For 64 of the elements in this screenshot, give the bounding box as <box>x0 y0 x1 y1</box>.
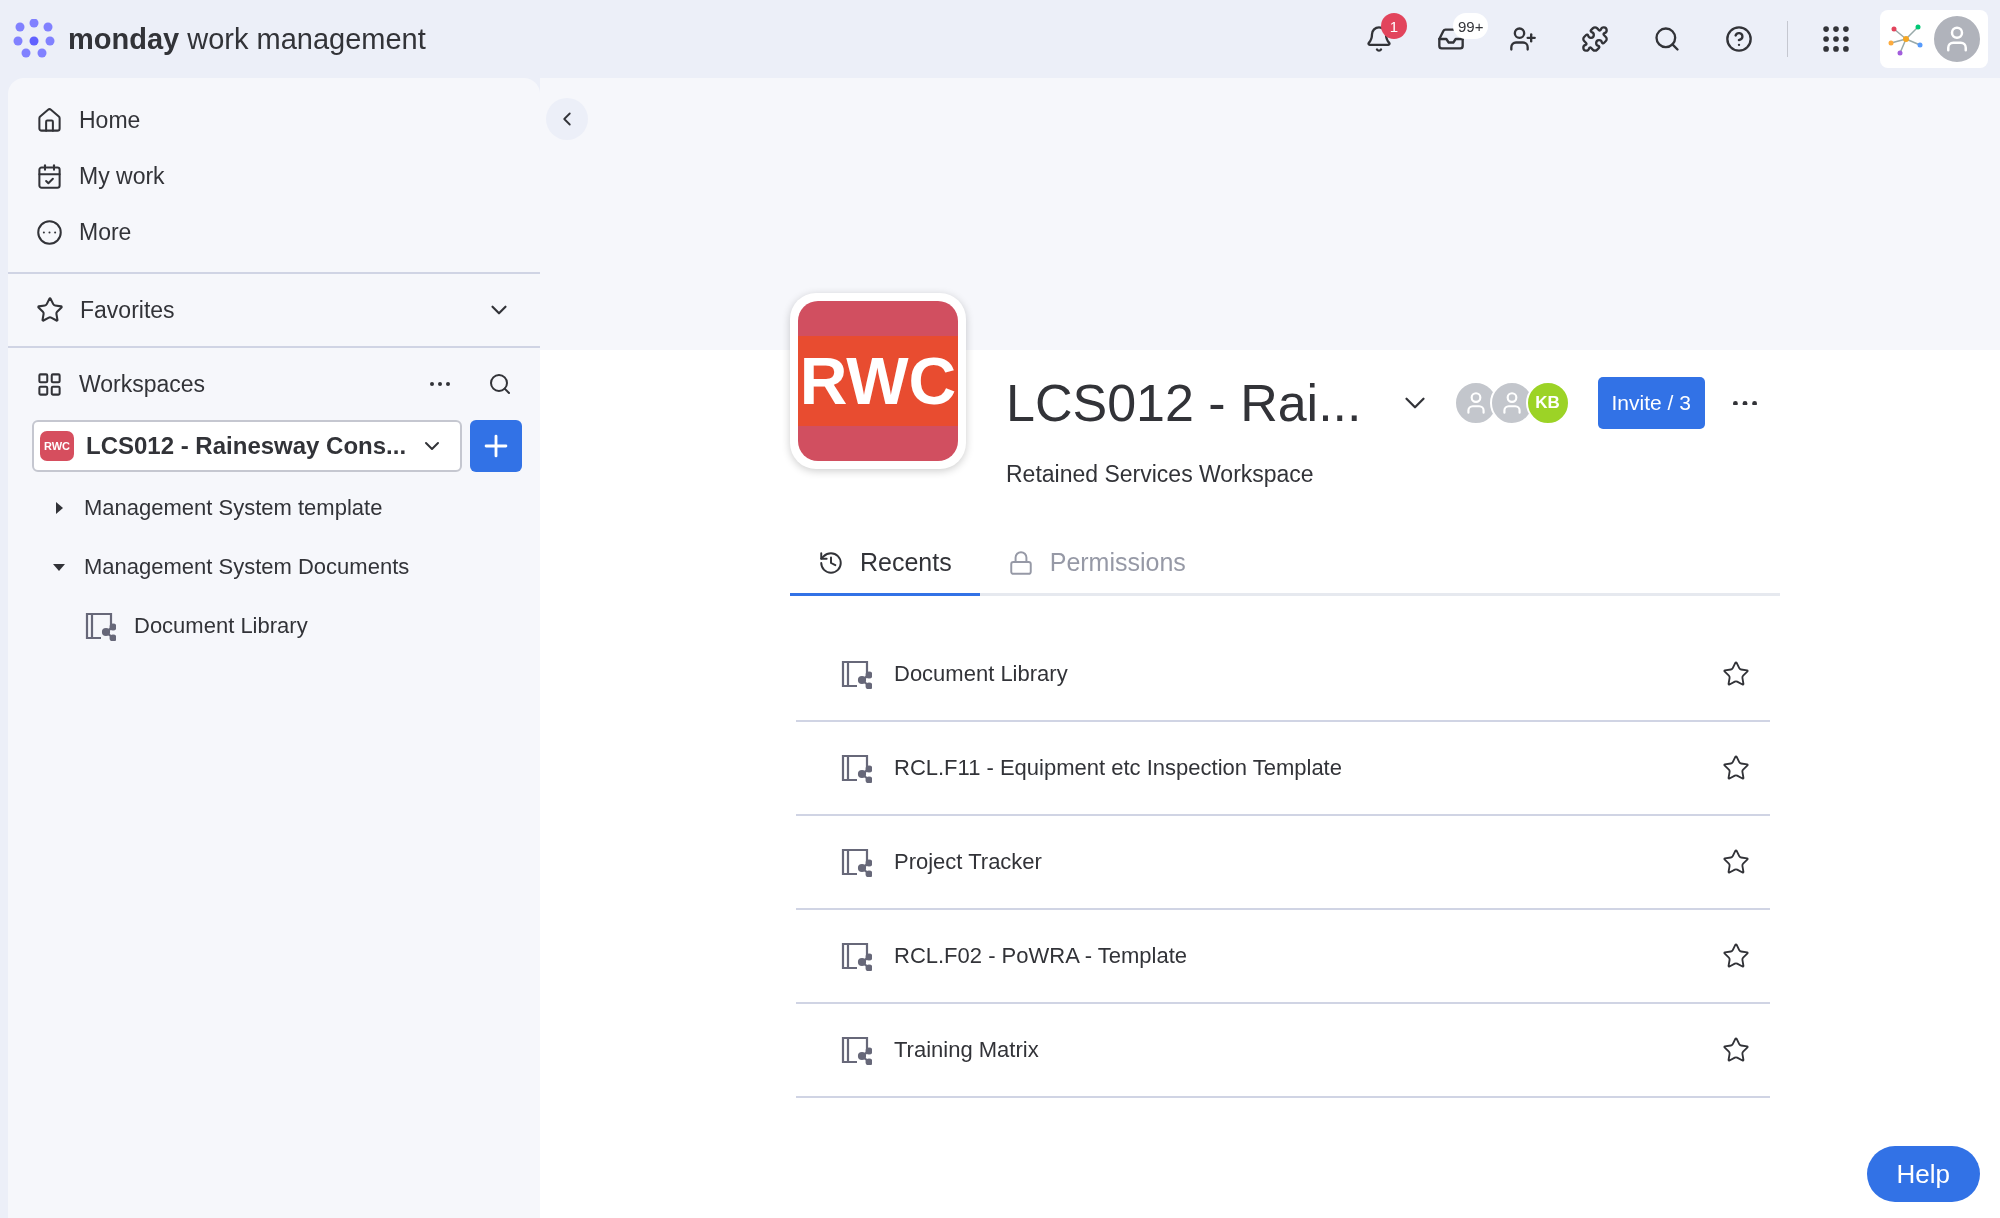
star-icon <box>36 296 64 324</box>
bell-icon <box>1365 25 1393 53</box>
home-icon <box>36 106 63 134</box>
star-icon <box>1722 754 1750 782</box>
star-icon <box>1722 660 1750 688</box>
workspace-title: LCS012 - Rai... <box>1006 373 1362 433</box>
workspaces-icon <box>36 370 63 398</box>
board-icon <box>84 610 116 641</box>
workspace-tree-item[interactable]: Management System Documents <box>8 537 540 596</box>
calendar-check-icon <box>36 162 63 190</box>
user-plus-icon <box>1509 25 1537 53</box>
search-icon <box>488 372 512 396</box>
workspaces-label: Workspaces <box>79 370 207 398</box>
brand-name: monday work management <box>68 22 426 56</box>
board-icon <box>840 659 872 689</box>
search-button[interactable] <box>488 372 512 396</box>
inbox-count: 99+ <box>1453 13 1489 39</box>
history-icon <box>818 549 844 576</box>
favorite-star-button[interactable] <box>1722 942 1750 970</box>
member-avatar: KB <box>1525 381 1570 425</box>
board-icon <box>840 941 872 971</box>
favorite-star-button[interactable] <box>1722 660 1750 688</box>
puzzle-icon <box>1581 25 1609 53</box>
tab[interactable]: Recents <box>790 548 980 596</box>
workspace-selector[interactable]: RWC LCS012 - Rainesway Cons... <box>32 420 462 472</box>
favorites-section[interactable]: Favorites <box>8 274 540 346</box>
ellipsis-icon <box>430 382 450 386</box>
add-button[interactable] <box>470 420 522 472</box>
star-icon <box>1722 848 1750 876</box>
favorite-star-button[interactable] <box>1722 848 1750 876</box>
ellipsis-icon <box>1732 400 1757 406</box>
logo-icon <box>12 19 56 59</box>
recent-board-link[interactable]: RCL.F02 - PoWRA - Template <box>894 943 1678 969</box>
star-icon <box>1722 1036 1750 1064</box>
lock-icon <box>1007 549 1034 576</box>
board-icon <box>840 847 872 877</box>
sidebar-nav-item[interactable]: My work <box>8 148 193 204</box>
collapse-sidebar-button[interactable] <box>546 98 588 140</box>
recent-board-link[interactable]: Project Tracker <box>894 849 1678 875</box>
workspace-description: Retained Services Workspace <box>1006 461 1315 488</box>
notification-count: 1 <box>1381 13 1407 39</box>
help-icon <box>1725 25 1753 53</box>
sidebar-nav-item[interactable]: Home <box>8 92 169 148</box>
workspace-tree-item[interactable]: Document Library <box>8 596 540 655</box>
notifications-button[interactable]: 1 <box>1343 9 1415 69</box>
sidebar-nav-item[interactable]: More <box>8 204 160 260</box>
board-icon <box>840 1035 872 1065</box>
favorite-star-button[interactable] <box>1722 1036 1750 1064</box>
recent-board-link[interactable]: Training Matrix <box>894 1037 1678 1063</box>
recent-board-link[interactable]: Document Library <box>894 661 1678 687</box>
workspace-tree-item[interactable]: Management System template <box>8 478 540 537</box>
recent-board-link[interactable]: RCL.F11 - Equipment etc Inspection Template <box>894 755 1678 781</box>
more-options-button[interactable] <box>1732 400 1757 406</box>
help-button[interactable]: Help <box>1866 1146 1980 1202</box>
ellipsis-circle-icon <box>36 218 63 246</box>
search-icon <box>1653 25 1681 53</box>
star-icon <box>1722 942 1750 970</box>
inbox-button[interactable]: 99+ <box>1415 9 1487 69</box>
favorite-star-button[interactable] <box>1722 754 1750 782</box>
invite-button[interactable]: Invite / 3 <box>1597 377 1705 429</box>
more-options-button[interactable] <box>430 382 450 386</box>
workspace-logo: RWC <box>790 293 966 469</box>
board-icon <box>840 753 872 783</box>
account-switcher[interactable] <box>1880 10 1988 68</box>
